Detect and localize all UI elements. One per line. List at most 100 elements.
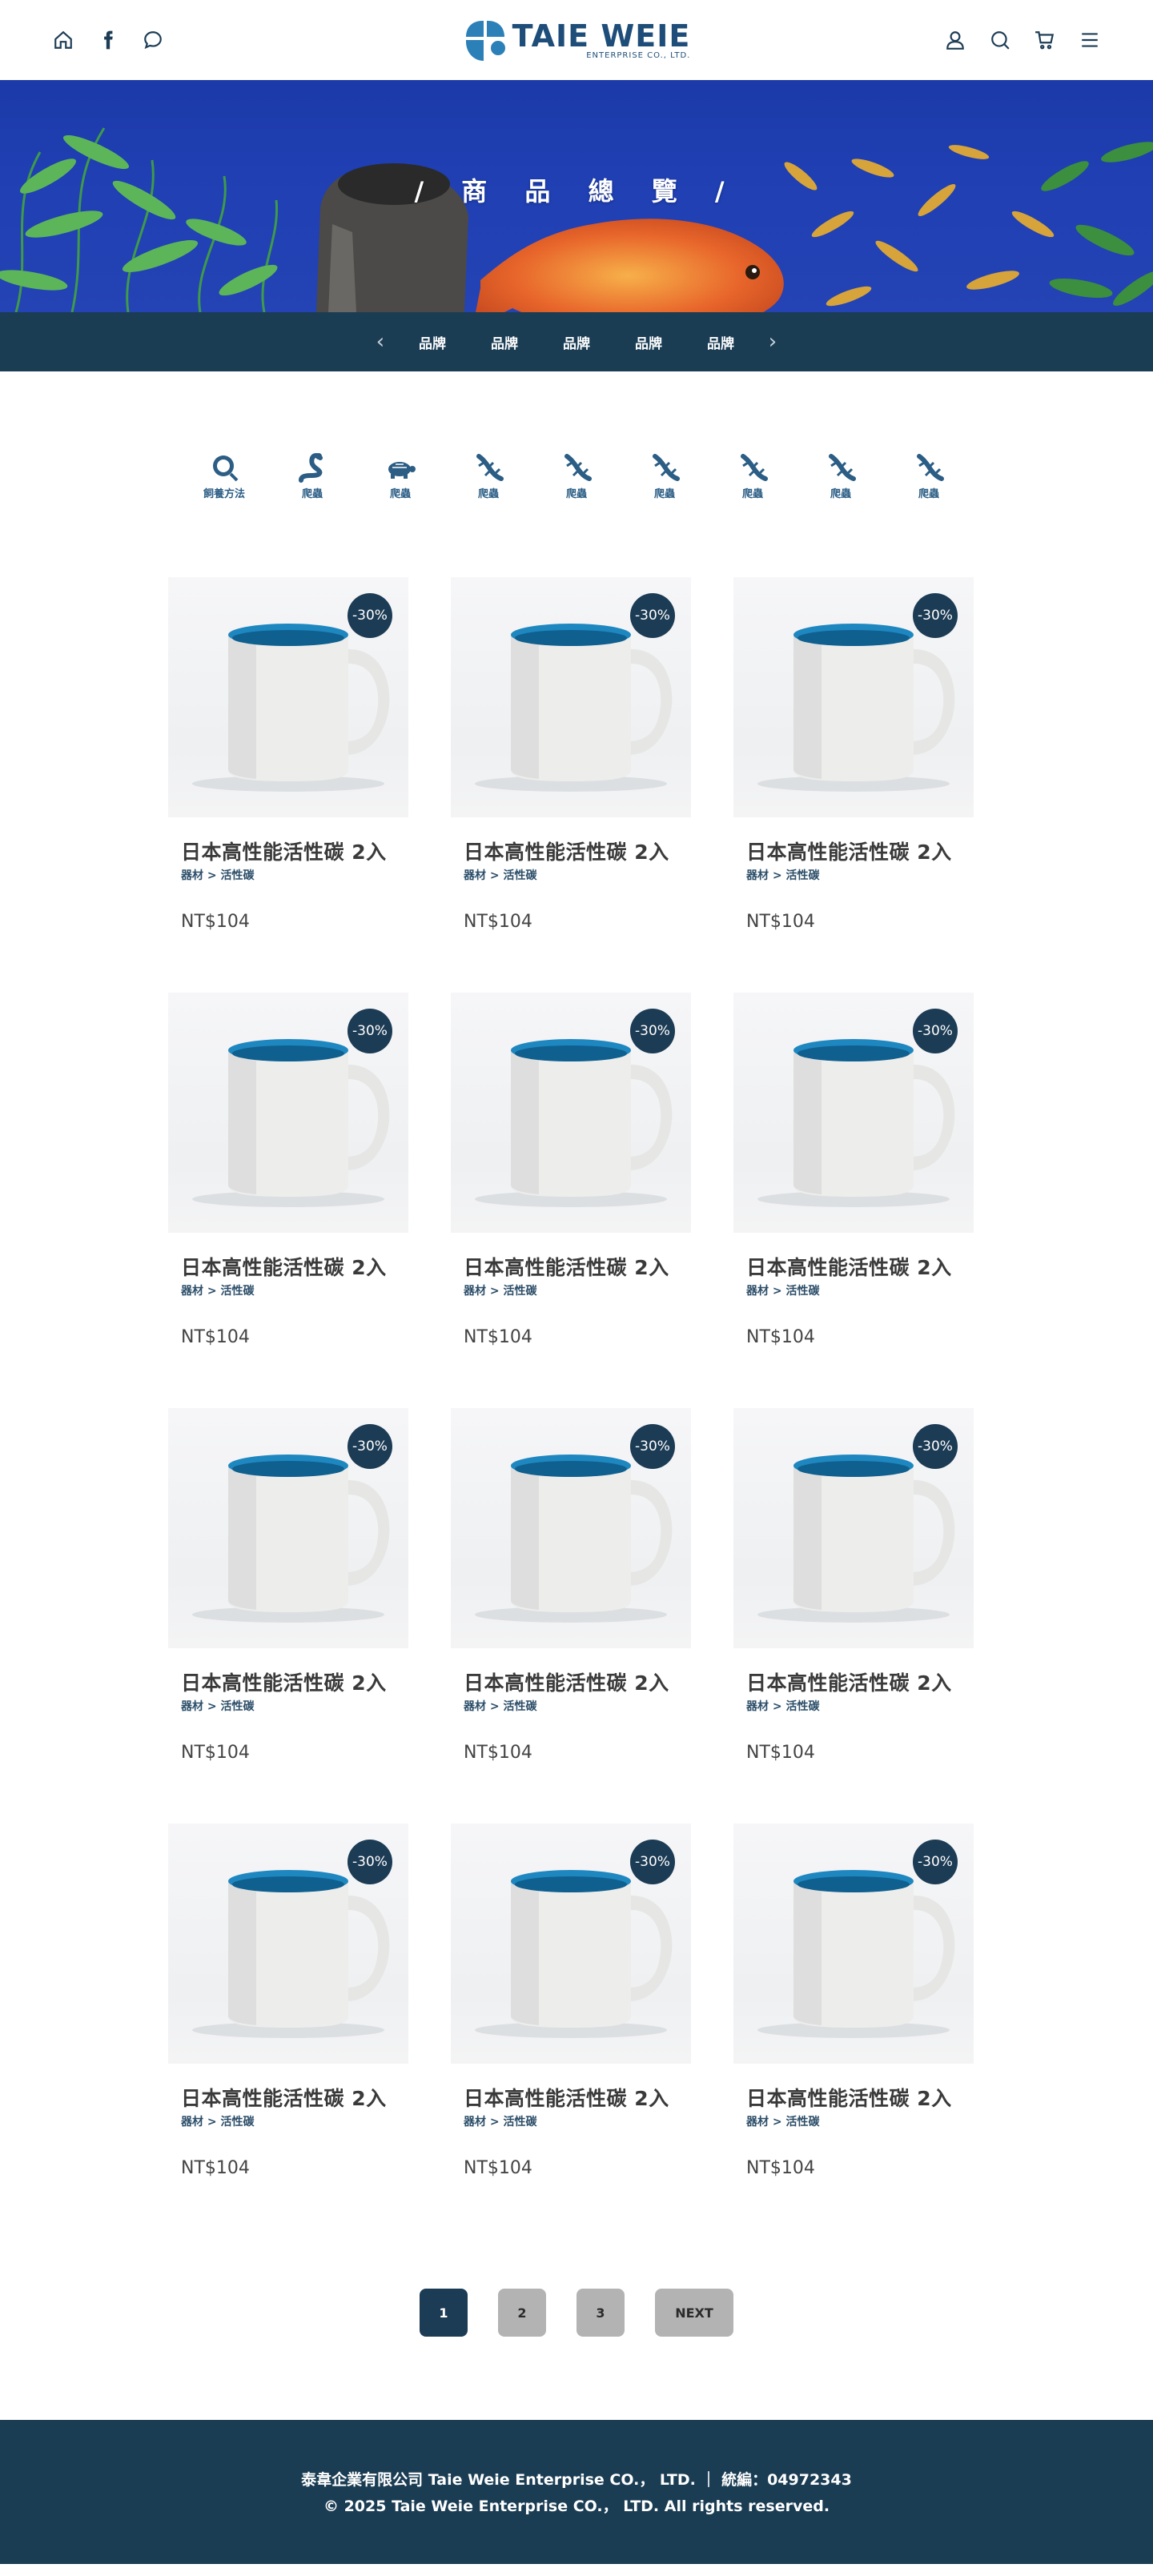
category-item-reptile[interactable]: 爬蟲 [885,451,973,500]
product-card[interactable]: -30% 日本高性能活性碳 2入 器材 > 活性碳 NT$104 [168,993,408,1347]
discount-badge: -30% [913,1009,958,1053]
product-image[interactable]: -30% [733,993,974,1233]
product-category[interactable]: 器材 > 活性碳 [733,1282,974,1298]
product-title[interactable]: 日本高性能活性碳 2入 [451,1252,691,1281]
product-image[interactable]: -30% [451,993,691,1233]
search-icon[interactable] [990,30,1010,50]
product-title[interactable]: 日本高性能活性碳 2入 [451,2083,691,2112]
chat-icon[interactable] [143,30,163,50]
product-card[interactable]: -30% 日本高性能活性碳 2入 器材 > 活性碳 NT$104 [451,993,691,1347]
product-category[interactable]: 器材 > 活性碳 [733,1698,974,1714]
cart-icon[interactable] [1034,30,1055,50]
product-title[interactable]: 日本高性能活性碳 2入 [733,1667,974,1696]
page-button-2[interactable]: 2 [498,2289,546,2337]
brand-prev-arrow[interactable]: ‹ [364,330,396,354]
page-title: / 商 品 總 覽 / [414,176,739,207]
product-category[interactable]: 器材 > 活性碳 [168,1698,408,1714]
facebook-icon[interactable] [98,30,119,50]
home-icon[interactable] [53,30,74,50]
product-title[interactable]: 日本高性能活性碳 2入 [451,837,691,865]
product-price: NT$104 [746,1327,815,1347]
category-item-care[interactable]: 飼養方法 [180,451,268,500]
product-category[interactable]: 器材 > 活性碳 [451,2113,691,2129]
product-price: NT$104 [746,1743,815,1763]
category-list: 飼養方法 爬蟲 爬蟲 爬蟲 爬蟲 爬蟲 爬蟲 爬蟲 爬蟲 [0,451,1153,500]
product-card[interactable]: -30% 日本高性能活性碳 2入 器材 > 活性碳 NT$104 [451,1408,691,1763]
discount-badge: -30% [913,1840,958,1884]
lizard-icon [829,454,856,481]
brand-item[interactable]: 品牌 [613,332,685,352]
page-button-3[interactable]: 3 [576,2289,625,2337]
product-price: NT$104 [181,2158,250,2178]
product-title[interactable]: 日本高性能活性碳 2入 [168,837,408,865]
category-label: 爬蟲 [565,488,587,500]
category-item-reptile[interactable]: 爬蟲 [532,451,621,500]
product-title[interactable]: 日本高性能活性碳 2入 [733,2083,974,2112]
product-card[interactable]: -30% 日本高性能活性碳 2入 器材 > 活性碳 NT$104 [168,1408,408,1763]
product-image[interactable]: -30% [451,1824,691,2064]
product-image[interactable]: -30% [168,1824,408,2064]
product-title[interactable]: 日本高性能活性碳 2入 [733,1252,974,1281]
product-card[interactable]: -30% 日本高性能活性碳 2入 器材 > 活性碳 NT$104 [733,577,974,932]
product-title[interactable]: 日本高性能活性碳 2入 [733,837,974,865]
product-category[interactable]: 器材 > 活性碳 [733,867,974,883]
product-category[interactable]: 器材 > 活性碳 [451,1698,691,1714]
product-card[interactable]: -30% 日本高性能活性碳 2入 器材 > 活性碳 NT$104 [168,1824,408,2178]
product-image[interactable]: -30% [733,1408,974,1648]
category-item-reptile[interactable]: 爬蟲 [797,451,885,500]
category-item-reptile[interactable]: 爬蟲 [621,451,709,500]
brand-item[interactable]: 品牌 [540,332,613,352]
product-image[interactable]: -30% [168,577,408,817]
product-category[interactable]: 器材 > 活性碳 [451,1282,691,1298]
header-right-icons [892,30,1100,50]
product-category[interactable]: 器材 > 活性碳 [451,867,691,883]
product-card[interactable]: -30% 日本高性能活性碳 2入 器材 > 活性碳 NT$104 [733,1408,974,1763]
product-card[interactable]: -30% 日本高性能活性碳 2入 器材 > 活性碳 NT$104 [733,993,974,1347]
footer-copyright: © 2025 Taie Weie Enterprise CO.， LTD. Al… [323,2498,830,2515]
brand-next-arrow[interactable]: › [757,330,789,354]
product-category[interactable]: 器材 > 活性碳 [168,2113,408,2129]
product-category[interactable]: 器材 > 活性碳 [168,867,408,883]
product-card[interactable]: -30% 日本高性能活性碳 2入 器材 > 活性碳 NT$104 [168,577,408,932]
discount-badge: -30% [913,1424,958,1469]
product-category[interactable]: 器材 > 活性碳 [168,1282,408,1298]
product-image[interactable]: -30% [168,1408,408,1648]
product-price: NT$104 [181,1743,250,1763]
page-button-1[interactable]: 1 [420,2289,468,2337]
discount-badge: -30% [348,593,392,638]
product-category[interactable]: 器材 > 活性碳 [733,2113,974,2129]
logo-mark-icon [465,21,505,61]
category-item-reptile[interactable]: 爬蟲 [444,451,532,500]
brand-item[interactable]: 品牌 [468,332,540,352]
category-label: 爬蟲 [301,488,323,500]
discount-badge: -30% [348,1424,392,1469]
site-footer: 泰韋企業有限公司 Taie Weie Enterprise CO.， LTD. … [0,2420,1153,2564]
product-image[interactable]: -30% [451,577,691,817]
category-item-reptile[interactable]: 爬蟲 [709,451,797,500]
product-title[interactable]: 日本高性能活性碳 2入 [168,1252,408,1281]
product-price: NT$104 [746,912,815,932]
user-icon[interactable] [945,30,966,50]
category-item-reptile[interactable]: 爬蟲 [268,451,356,500]
brand-logo[interactable]: TAIE WEIE ENTERPRISE CO., LTD. [463,16,691,64]
menu-icon[interactable] [1079,30,1100,50]
product-image[interactable]: -30% [733,577,974,817]
category-label: 爬蟲 [477,488,499,500]
product-card[interactable]: -30% 日本高性能活性碳 2入 器材 > 活性碳 NT$104 [733,1824,974,2178]
product-title[interactable]: 日本高性能活性碳 2入 [451,1667,691,1696]
product-title[interactable]: 日本高性能活性碳 2入 [168,1667,408,1696]
category-label: 爬蟲 [653,488,675,500]
product-image[interactable]: -30% [733,1824,974,2064]
brand-item[interactable]: 品牌 [396,332,468,352]
category-item-reptile[interactable]: 爬蟲 [356,451,444,500]
next-page-button[interactable]: NEXT [655,2289,733,2337]
brand-item[interactable]: 品牌 [685,332,757,352]
product-title[interactable]: 日本高性能活性碳 2入 [168,2083,408,2112]
pagination: 1 2 3 NEXT [0,2289,1153,2337]
product-price: NT$104 [464,1327,532,1347]
product-image[interactable]: -30% [168,993,408,1233]
category-label: 爬蟲 [389,488,411,500]
product-image[interactable]: -30% [451,1408,691,1648]
product-card[interactable]: -30% 日本高性能活性碳 2入 器材 > 活性碳 NT$104 [451,1824,691,2178]
product-card[interactable]: -30% 日本高性能活性碳 2入 器材 > 活性碳 NT$104 [451,577,691,932]
